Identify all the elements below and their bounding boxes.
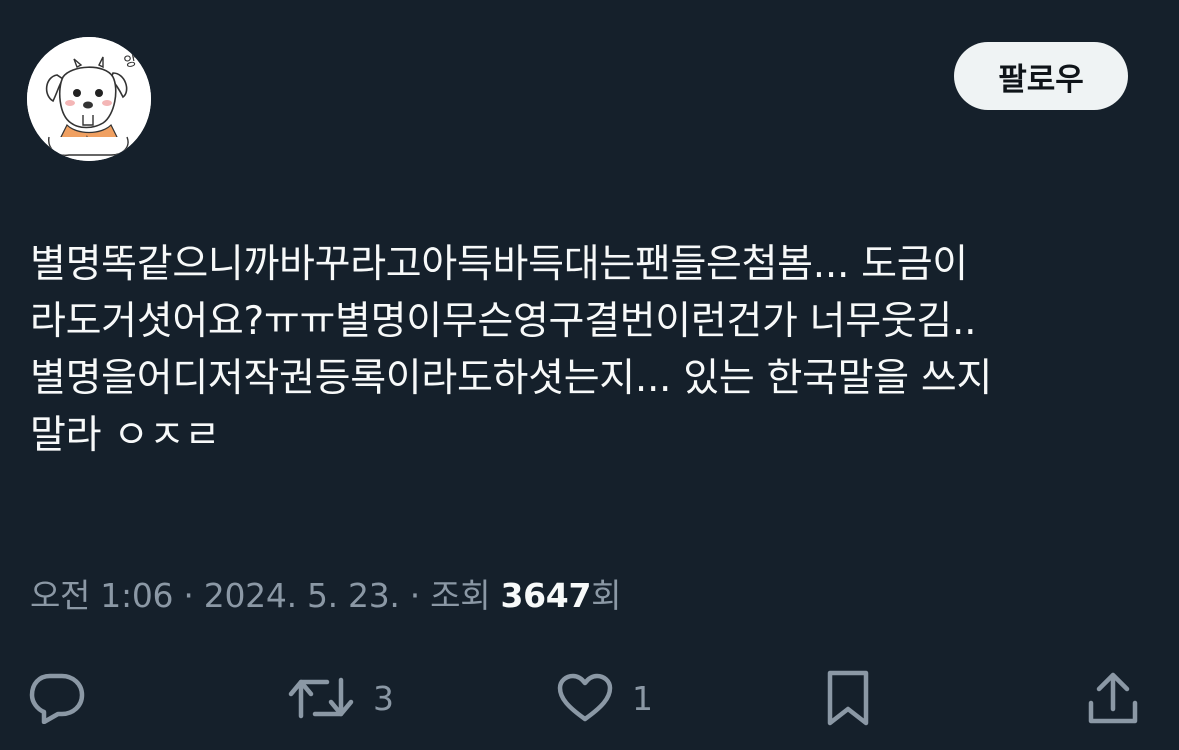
views-suffix: 회	[591, 576, 622, 615]
retweet-icon	[288, 677, 354, 719]
dog-avatar-icon: 앙	[27, 37, 151, 161]
tweet-text: 별명똑같으니까바꾸라고아득바득대는팬들은첨봄... 도금이 라도거셧어요?ㅠㅠ별…	[30, 242, 993, 458]
retweet-count: 3	[373, 678, 394, 718]
avatar[interactable]: 앙	[27, 37, 151, 161]
heart-icon	[557, 673, 613, 722]
bookmark-icon	[827, 670, 869, 726]
bookmark-button[interactable]	[822, 668, 874, 728]
retweet-button[interactable]: 3	[287, 668, 394, 728]
share-button[interactable]	[1085, 668, 1141, 728]
avatar-caption: 앙	[123, 53, 139, 71]
views-count: 3647	[500, 576, 592, 615]
follow-button[interactable]: 팔로우	[954, 42, 1128, 110]
views-prefix: 조회	[430, 576, 501, 615]
reply-button[interactable]	[28, 668, 86, 728]
action-bar: 3 1	[0, 660, 1179, 740]
tweet-meta: 오전 1:06 · 2024. 5. 23. · 조회 3647회	[30, 572, 622, 620]
like-button[interactable]: 1	[556, 668, 653, 728]
like-count: 1	[632, 678, 653, 718]
timestamp[interactable]: 오전 1:06 · 2024. 5. 23. ·	[30, 576, 430, 615]
share-icon	[1088, 672, 1138, 724]
reply-icon	[29, 673, 85, 724]
